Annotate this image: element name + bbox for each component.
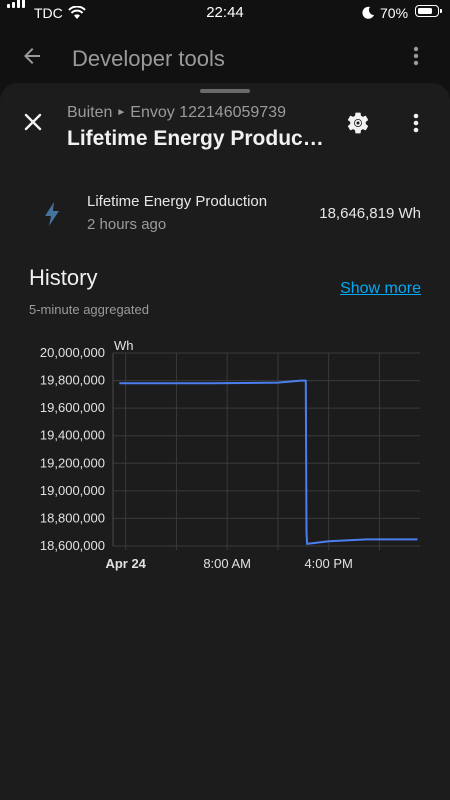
series-line[interactable] — [119, 379, 418, 545]
breadcrumb: Buiten ► Envoy 122146059739 — [67, 104, 286, 122]
more-vertical-icon[interactable] — [406, 44, 426, 68]
entity-state-row[interactable]: Lifetime Energy Production 2 hours ago 1… — [0, 183, 450, 243]
app-bar-title: Developer tools — [72, 46, 225, 71]
gear-icon[interactable] — [345, 110, 371, 136]
lightning-bolt-icon — [45, 202, 59, 226]
y-tick-label: 19,400,000 — [40, 428, 105, 443]
dialog-title: Lifetime Energy Produc… — [67, 127, 324, 150]
last-changed: 2 hours ago — [87, 216, 167, 233]
x-tick-label: Apr 24 — [105, 556, 146, 571]
y-tick-label: 19,000,000 — [40, 483, 105, 498]
entity-value: 18,646,819 Wh — [319, 205, 421, 222]
chart-series — [119, 379, 418, 545]
status-bar: TDC 22:44 70% — [0, 0, 450, 26]
app-bar: Developer tools — [0, 26, 450, 86]
x-axis-ticks: Apr 24 8:00 AM 4:00 PM — [105, 556, 352, 571]
more-info-dialog: Buiten ► Envoy 122146059739 Lifetime Energ… — [0, 83, 450, 800]
more-vertical-icon[interactable] — [406, 110, 426, 136]
battery-icon — [415, 5, 442, 17]
y-axis-ticks: 20,000,000 19,800,000 19,600,000 19,400,000… — [40, 345, 105, 553]
y-tick-label: 20,000,000 — [40, 345, 105, 360]
y-tick-label: 19,800,000 — [40, 373, 105, 388]
history-subtitle: 5-minute aggregated — [29, 302, 149, 317]
history-chart[interactable]: 20,000,000 19,800,000 19,600,000 19,400,000… — [0, 333, 450, 573]
y-tick-label: 18,800,000 — [40, 510, 105, 525]
show-more-link[interactable]: Show more — [340, 280, 421, 298]
x-tick-label: 8:00 AM — [203, 556, 251, 571]
battery-percent: 70% — [380, 5, 409, 21]
do-not-disturb-moon-icon — [362, 6, 374, 19]
y-tick-label: 18,600,000 — [40, 538, 105, 553]
breadcrumb-separator-icon: ► — [116, 107, 127, 118]
drag-handle[interactable] — [200, 89, 250, 93]
x-tick-label: 4:00 PM — [304, 556, 352, 571]
breadcrumb-area: Buiten — [67, 104, 113, 121]
y-tick-label: 19,600,000 — [40, 400, 105, 415]
y-axis-unit: Wh — [114, 338, 134, 353]
arrow-left-icon[interactable] — [20, 44, 44, 68]
entity-name: Lifetime Energy Production — [87, 193, 268, 210]
breadcrumb-device: Envoy 122146059739 — [130, 104, 286, 121]
y-tick-label: 19,200,000 — [40, 455, 105, 470]
close-icon[interactable] — [22, 111, 44, 133]
history-title: History — [29, 265, 98, 290]
